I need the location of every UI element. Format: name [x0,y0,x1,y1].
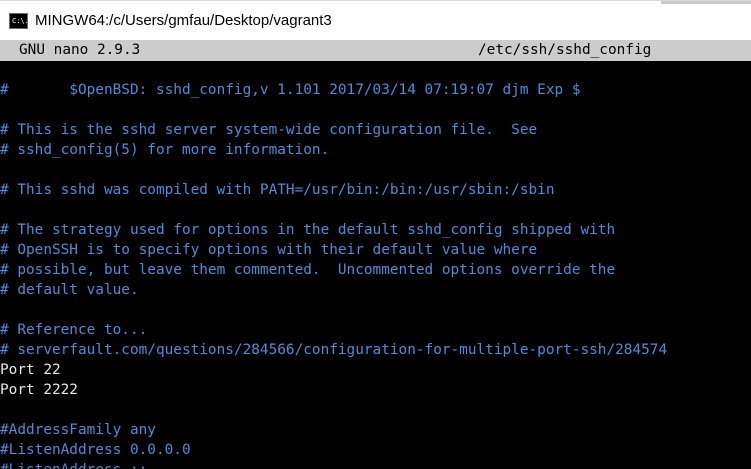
editor-line: # This is the sshd server system-wide co… [0,122,538,138]
editor-line: # default value. [0,282,139,298]
titlebar-edge [661,1,751,4]
editor-line: # Reference to... [0,322,148,338]
editor-line: # serverfault.com/questions/284566/confi… [0,342,668,358]
editor-line: # This sshd was compiled with PATH=/usr/… [0,182,555,198]
nano-filename: /etc/ssh/sshd_config [478,42,652,58]
editor-line: # $OpenBSD: sshd_config,v 1.101 2017/03/… [0,82,581,98]
editor-line: Port 22 [0,362,61,378]
editor-line: #ListenAddress 0.0.0.0 [0,442,191,458]
terminal-icon: C:\. [9,13,28,29]
nano-version: GNU nano 2.9.3 [19,42,141,58]
editor-line: #ListenAddress :: [0,460,751,469]
editor-line: #AddressFamily any [0,422,156,438]
window-title: MINGW64:/c/Users/gmfau/Desktop/vagrant3 [35,12,332,29]
window-titlebar[interactable]: C:\. MINGW64:/c/Users/gmfau/Desktop/vagr… [0,0,751,40]
editor-line: Port 2222 [0,382,78,398]
nano-header-bar: GNU nano 2.9.3 /etc/ssh/sshd_config [0,40,751,61]
editor-content[interactable]: # $OpenBSD: sshd_config,v 1.101 2017/03/… [0,80,751,469]
editor-line: # The strategy used for options in the d… [0,222,616,238]
editor-line: # sshd_config(5) for more information. [0,142,330,158]
editor-line: # possible, but leave them commented. Un… [0,262,616,278]
editor-line: # OpenSSH is to specify options with the… [0,242,538,258]
terminal-window: C:\. MINGW64:/c/Users/gmfau/Desktop/vagr… [0,0,751,469]
